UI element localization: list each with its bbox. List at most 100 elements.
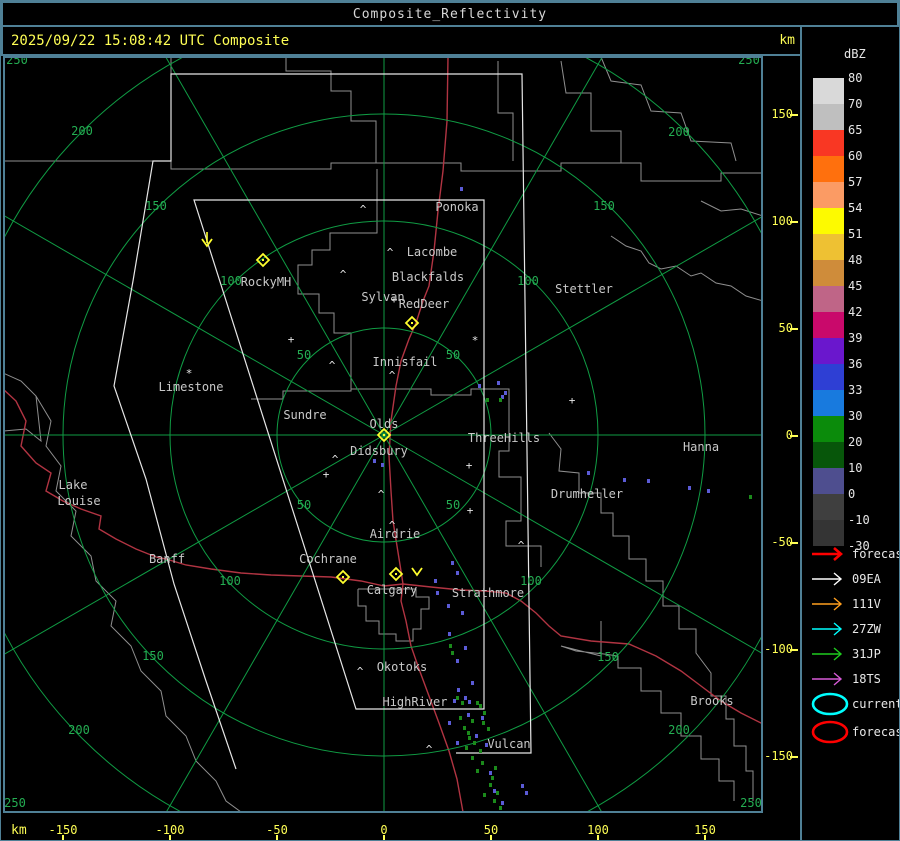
dbz-scale-label: 0 [848, 487, 856, 501]
city-label-airdrie: Airdrie [370, 527, 421, 541]
reflectivity-echo-moderate [491, 776, 494, 780]
reflectivity-echo-weak [493, 789, 496, 793]
right-axis-tick-mark [790, 221, 798, 223]
right-axis-tick-mark [790, 756, 798, 758]
reflectivity-echo-weak [471, 681, 474, 685]
bottom-axis-tick-mark [276, 835, 278, 840]
reflectivity-echo-weak [447, 604, 450, 608]
city-label-cochrane: Cochrane [299, 552, 357, 566]
city-label-banff: Banff [149, 552, 185, 566]
reflectivity-echo-moderate [467, 731, 470, 735]
reflectivity-echo-weak [623, 478, 626, 482]
reflectivity-echo-weak [464, 696, 467, 700]
city-label-brooks: Brooks [690, 694, 733, 708]
dbz-scale-label: 30 [848, 409, 863, 423]
radar-map-canvas[interactable]: 5010015020050100150200501001502005010015… [3, 56, 763, 813]
reflectivity-echo-moderate [483, 711, 486, 715]
range-ring-label: 150 [593, 199, 615, 213]
window-title: Composite_Reflectivity [1, 1, 899, 27]
sidebar: dBZ 80 70 65 60 57 54 51 48 45 42 39 36 33 30 20 10 0 -10… [800, 27, 899, 840]
dbz-scale-block [813, 312, 844, 338]
reflectivity-echo-moderate [471, 719, 474, 723]
dbz-scale-label: 54 [848, 201, 863, 215]
reflectivity-echo-weak [448, 632, 451, 636]
radar-site-center-dot [342, 576, 344, 578]
reflectivity-echo-weak [457, 688, 460, 692]
dbz-scale-block [813, 338, 844, 364]
reflectivity-echo-moderate [486, 398, 489, 402]
reflectivity-echo-moderate [483, 793, 486, 797]
obstacle-symbol-plus: + [467, 504, 474, 517]
obstacle-symbol-asterisk: * [472, 334, 479, 347]
city-label-reddeer: RedDeer [399, 297, 450, 311]
legend-ellipse-glyph [810, 691, 850, 717]
reflectivity-echo-weak [460, 187, 463, 191]
legend-label: forecast [852, 547, 899, 561]
reflectivity-echo-weak [647, 479, 650, 483]
reflectivity-echo-weak [456, 741, 459, 745]
reflectivity-echo-weak [456, 571, 459, 575]
reflectivity-echo-weak [707, 489, 710, 493]
reflectivity-echo-weak [448, 721, 451, 725]
city-label-rockymh: RockyMH [241, 275, 292, 289]
reflectivity-echo-weak [504, 391, 507, 395]
range-ring-label: 100 [219, 574, 241, 588]
dbz-scale-label: 80 [848, 71, 863, 85]
county-boundary-line [700, 200, 761, 216]
county-boundary-line [497, 61, 514, 161]
range-ring-label: 250 [740, 796, 762, 810]
city-label-sundre: Sundre [283, 408, 326, 422]
dbz-scale-block [813, 156, 844, 182]
legend-label: 111V [852, 597, 881, 611]
reflectivity-echo-moderate [493, 799, 496, 803]
right-axis-unit-label: km [779, 33, 795, 48]
reflectivity-echo-moderate [481, 761, 484, 765]
city-label-threehills: ThreeHills [468, 431, 540, 445]
reflectivity-echo-weak [373, 459, 376, 463]
reflectivity-echo-moderate [459, 716, 462, 720]
reflectivity-echo-weak [436, 591, 439, 595]
obstacle-symbol-plus: + [288, 333, 295, 346]
obstacle-symbol-caret: ^ [340, 268, 347, 281]
dbz-scale-block [813, 234, 844, 260]
dbz-scale-label: 51 [848, 227, 863, 241]
dbz-scale-label: 65 [848, 123, 863, 137]
dbz-scale-label: 42 [848, 305, 863, 319]
dbz-scale-label: -10 [848, 513, 870, 527]
reflectivity-echo-weak [434, 579, 437, 583]
legend-arrow-glyph [810, 616, 850, 642]
dbz-scale-block [813, 286, 844, 312]
legend-arrow-glyph [810, 641, 850, 667]
dbz-scale-block [813, 182, 844, 208]
city-label-blackfalds: Blackfalds [392, 270, 464, 284]
reflectivity-echo-moderate [473, 741, 476, 745]
bottom-axis-tick-mark [597, 835, 599, 840]
reflectivity-echo-moderate [476, 769, 479, 773]
city-label-strathmore: Strathmore [452, 586, 524, 600]
radar-site-center-dot [262, 259, 264, 261]
radar-site-center-dot [383, 434, 385, 436]
city-label-stettler: Stettler [555, 282, 613, 296]
reflectivity-echo-moderate [476, 701, 479, 705]
range-ring-label: 150 [145, 199, 167, 213]
legend-label: 27ZW [852, 622, 881, 636]
city-label-innisfail: Innisfail [372, 355, 437, 369]
city-label-vulcan: Vulcan [487, 737, 530, 751]
motion-arrow-head [411, 567, 423, 577]
bottom-axis-unit-label: km [11, 823, 27, 838]
bottom-axis-tick-mark [169, 835, 171, 840]
dbz-scale-block [813, 494, 844, 520]
obstacle-symbol-asterisk: * [186, 367, 193, 380]
reflectivity-echo-weak [468, 700, 471, 704]
legend-label: 18TS [852, 672, 881, 686]
dbz-scale-label: 48 [848, 253, 863, 267]
right-axis: 150 100 50 0 -50 -100 -150 [763, 56, 800, 814]
obstacle-symbol-caret: ^ [329, 359, 336, 372]
range-ring-label: 50 [297, 348, 311, 362]
radar-application-window: Composite_Reflectivity 2025/09/22 15:08:… [0, 0, 900, 841]
range-ring-label: 50 [446, 348, 460, 362]
range-ring-label: 200 [71, 124, 93, 138]
dbz-scale-label: 70 [848, 97, 863, 111]
legend-label: 31JP [852, 647, 881, 661]
reflectivity-echo-moderate [487, 727, 490, 731]
